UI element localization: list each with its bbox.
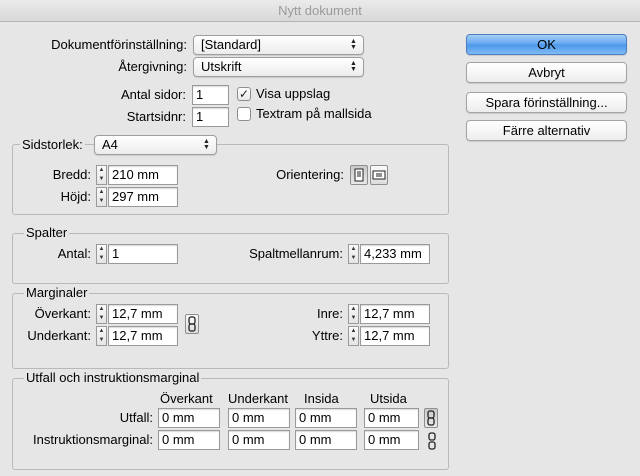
slug-link-button[interactable] [426, 432, 438, 450]
save-preset-button[interactable]: Spara förinställning... [466, 92, 627, 113]
top-margin-label: Överkant: [34, 306, 91, 321]
outside-margin-stepper[interactable]: ▲ ▼ [348, 326, 359, 346]
intent-select[interactable]: Utskrift ▲ ▼ [193, 57, 364, 77]
margin-link-button[interactable] [185, 314, 199, 334]
window-title: Nytt dokument [0, 0, 640, 22]
bleed-col-header-inside: Insida [304, 391, 339, 406]
bleed-slug-title: Utfall och instruktionsmarginal [24, 370, 202, 386]
width-stepper[interactable]: ▲ ▼ [96, 165, 107, 185]
page-size-label: Sidstorlek: [20, 136, 85, 154]
landscape-orientation-button[interactable] [370, 165, 388, 185]
chain-link-icon [188, 316, 196, 332]
checkmark-icon: ✓ [238, 87, 250, 101]
select-arrows-icon: ▲ ▼ [350, 60, 357, 73]
width-label: Bredd: [52, 167, 91, 182]
slug-row-label: Instruktionsmarginal: [33, 432, 153, 447]
inside-margin-field[interactable]: 12,7 mm [360, 304, 430, 324]
bleed-col-header-outside: Utsida [370, 391, 407, 406]
select-arrows-icon: ▲ ▼ [350, 38, 357, 51]
facing-pages-label: Visa uppslag [256, 86, 331, 101]
page-size-value: A4 [102, 137, 118, 152]
column-count-label: Antal: [57, 246, 91, 261]
pages-label: Antal sidor: [120, 87, 186, 102]
outside-margin-label: Yttre: [311, 328, 343, 343]
intent-label: Återgivning: [118, 59, 187, 74]
facing-pages-checkbox[interactable]: ✓ [237, 87, 251, 101]
new-document-dialog: Dokumentförinställning: [Standard] ▲ ▼ Åt… [0, 22, 640, 476]
margins-title: Marginaler [24, 285, 90, 301]
gutter-field[interactable]: 4,233 mm [360, 244, 430, 264]
column-count-stepper[interactable]: ▲ ▼ [96, 244, 107, 264]
page-size-select[interactable]: A4 ▲ ▼ [94, 135, 217, 155]
pages-field[interactable]: 1 [192, 85, 229, 105]
fewer-options-button[interactable]: Färre alternativ [466, 120, 627, 141]
select-arrows-icon: ▲ ▼ [203, 138, 210, 151]
top-margin-field[interactable]: 12,7 mm [108, 304, 178, 324]
height-field[interactable]: 297 mm [108, 187, 178, 207]
master-text-frame-checkbox[interactable] [237, 107, 251, 121]
orientation-label: Orientering: [276, 167, 344, 182]
preset-value: [Standard] [201, 37, 261, 52]
slug-top-field[interactable]: 0 mm [158, 430, 220, 450]
height-label: Höjd: [60, 189, 91, 204]
inside-margin-stepper[interactable]: ▲ ▼ [348, 304, 359, 324]
bottom-margin-stepper[interactable]: ▲ ▼ [96, 326, 107, 346]
gutter-label: Spaltmellanrum: [249, 246, 343, 261]
preset-select[interactable]: [Standard] ▲ ▼ [193, 35, 364, 55]
broken-chain-link-icon [428, 432, 436, 450]
inside-margin-label: Inre: [316, 306, 343, 321]
bleed-row-label: Utfall: [119, 410, 153, 425]
portrait-icon [354, 168, 364, 182]
portrait-orientation-button[interactable] [350, 165, 368, 185]
width-field[interactable]: 210 mm [108, 165, 178, 185]
slug-bottom-field[interactable]: 0 mm [228, 430, 290, 450]
gutter-stepper[interactable]: ▲ ▼ [348, 244, 359, 264]
start-page-field[interactable]: 1 [192, 107, 229, 127]
column-count-field[interactable]: 1 [108, 244, 178, 264]
slug-outside-field[interactable]: 0 mm [364, 430, 419, 450]
cancel-button[interactable]: Avbryt [466, 62, 627, 83]
columns-title: Spalter [24, 225, 70, 241]
bleed-link-button[interactable] [424, 408, 438, 428]
bleed-col-header-bottom: Underkant [228, 391, 288, 406]
master-text-frame-label: Textram på mallsida [256, 106, 372, 121]
preset-label: Dokumentförinställning: [51, 37, 187, 52]
landscape-icon [372, 170, 386, 180]
chain-link-icon [427, 410, 435, 426]
intent-value: Utskrift [201, 59, 242, 74]
height-stepper[interactable]: ▲ ▼ [96, 187, 107, 207]
bottom-margin-field[interactable]: 12,7 mm [108, 326, 178, 346]
bleed-inside-field[interactable]: 0 mm [295, 408, 357, 428]
top-margin-stepper[interactable]: ▲ ▼ [96, 304, 107, 324]
bottom-margin-label: Underkant: [27, 328, 91, 343]
start-page-label: Startsidnr: [126, 109, 186, 124]
bleed-outside-field[interactable]: 0 mm [364, 408, 419, 428]
bleed-bottom-field[interactable]: 0 mm [228, 408, 290, 428]
slug-inside-field[interactable]: 0 mm [295, 430, 357, 450]
bleed-top-field[interactable]: 0 mm [158, 408, 220, 428]
outside-margin-field[interactable]: 12,7 mm [360, 326, 430, 346]
bleed-col-header-top: Överkant [160, 391, 213, 406]
ok-button[interactable]: OK [466, 34, 627, 55]
